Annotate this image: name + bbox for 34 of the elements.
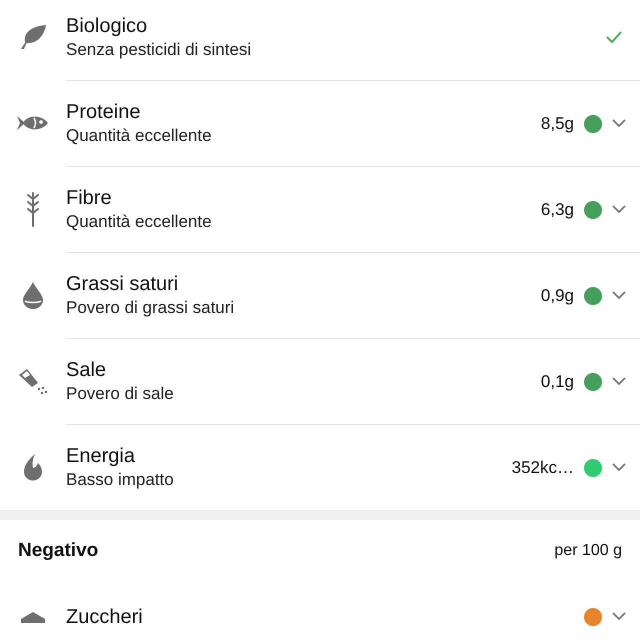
item-title: Proteine bbox=[66, 100, 142, 126]
item-title: Grassi saturi bbox=[66, 272, 180, 298]
drop-icon bbox=[22, 281, 44, 309]
item-title: Fibre bbox=[66, 186, 113, 212]
nutrient-value: 6,3g bbox=[540, 198, 574, 221]
cube-icon bbox=[19, 611, 47, 623]
item-subtitle: Povero di sale bbox=[66, 383, 175, 406]
chevron-down-icon[interactable] bbox=[612, 204, 626, 214]
leaf-icon bbox=[19, 24, 47, 50]
item-title: Energia bbox=[66, 444, 136, 470]
wheat-icon bbox=[25, 191, 41, 227]
item-title: Zuccheri bbox=[66, 605, 144, 630]
nutrient-value: 8,5g bbox=[540, 112, 574, 135]
item-subtitle: Basso impatto bbox=[66, 469, 175, 492]
nutrient-value: 0,1g bbox=[540, 370, 574, 393]
nutrient-value: 352kc… bbox=[512, 456, 574, 479]
check-icon bbox=[606, 30, 622, 43]
item-subtitle: Senza pesticidi di sintesi bbox=[66, 38, 252, 61]
chevron-down-icon[interactable] bbox=[612, 118, 626, 128]
unit-label: per 100 g bbox=[554, 541, 622, 561]
section-title: Negativo bbox=[18, 538, 98, 563]
nutrient-value: 0,9g bbox=[540, 284, 574, 307]
item-title: Sale bbox=[66, 358, 108, 384]
chevron-down-icon[interactable] bbox=[612, 612, 626, 622]
chevron-down-icon[interactable] bbox=[612, 462, 626, 472]
chevron-down-icon[interactable] bbox=[612, 290, 626, 300]
chevron-down-icon[interactable] bbox=[612, 376, 626, 386]
item-title: Biologico bbox=[66, 14, 148, 39]
item-subtitle: Povero di grassi saturi bbox=[66, 297, 236, 320]
item-subtitle: Quantità eccellente bbox=[66, 211, 213, 234]
fish-icon bbox=[17, 114, 49, 132]
item-subtitle: Quantità eccellente bbox=[66, 125, 213, 148]
flame-icon bbox=[23, 453, 43, 481]
salt-shaker-icon bbox=[18, 366, 48, 396]
